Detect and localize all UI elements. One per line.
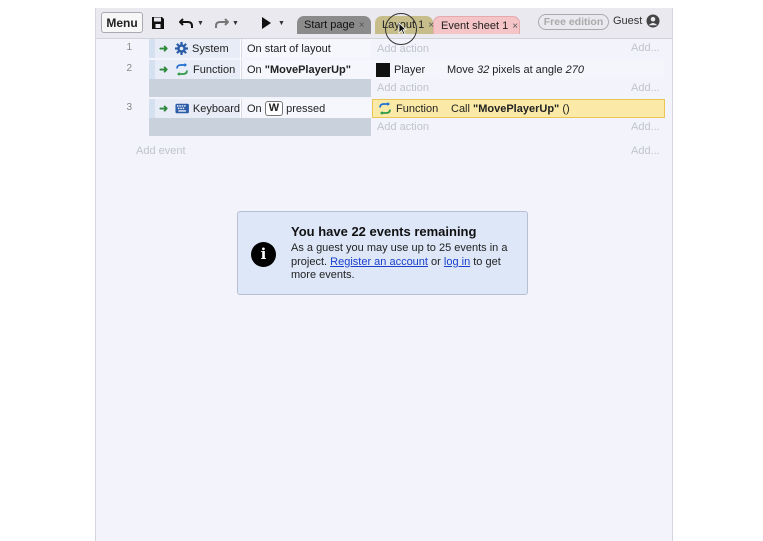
add-menu-link[interactable]: Add... (631, 145, 660, 157)
events-remaining-notice: i You have 22 events remaining As a gues… (237, 211, 528, 295)
close-icon[interactable]: × (512, 21, 518, 32)
action-text: Call "MovePlayerUp" () (451, 103, 570, 115)
condition-object-name: Keyboard (192, 102, 240, 115)
close-icon[interactable]: × (359, 20, 365, 31)
notice-body: As a guest you may use up to 25 events i… (291, 242, 516, 283)
action-text-pre: Call (451, 102, 474, 115)
arrow-right-icon: ➜ (159, 103, 169, 115)
action-text-mid: () (559, 102, 570, 115)
edition-badge[interactable]: Free edition (538, 14, 609, 30)
save-icon[interactable] (151, 14, 165, 32)
action-text-pre: Move (447, 63, 477, 76)
arrow-right-icon: ➜ (159, 43, 169, 55)
event-body-band (149, 118, 371, 136)
gear-icon (175, 42, 188, 55)
notice-title: You have 22 events remaining (291, 224, 477, 239)
function-icon (379, 102, 391, 115)
play-dropdown-icon[interactable]: ▼ (278, 20, 285, 27)
condition-text[interactable]: On start of layout (241, 39, 371, 58)
condition-text[interactable]: On "MovePlayerUp" (241, 60, 371, 79)
key-badge: W (264, 101, 284, 116)
action-value: "MovePlayerUp" (473, 102, 560, 115)
action-object-name: Function (396, 102, 439, 115)
action-value: 270 (565, 63, 585, 76)
condition-label: pressed (286, 102, 326, 115)
redo-dropdown-icon[interactable]: ▼ (232, 20, 239, 27)
add-action-link[interactable]: Add action (371, 39, 571, 58)
event-number: 3 (126, 102, 132, 113)
condition-prefix: On (247, 63, 265, 76)
event-sheet-editor: Menu ▼ ▼ ▼ Start page × Layout 1 × Event s… (95, 8, 673, 541)
condition-object-name: System (192, 42, 229, 55)
player-sprite-icon (376, 62, 390, 77)
event-number: 2 (126, 63, 132, 74)
mouse-cursor-icon (398, 22, 407, 38)
register-link[interactable]: Register an account (330, 256, 428, 268)
action-object-name: Player (394, 63, 426, 76)
condition-object[interactable]: ➜ Keyboard (155, 99, 241, 118)
action-row[interactable]: Function Call "MovePlayerUp" () (372, 99, 665, 118)
action-row[interactable]: Player Move 32 pixels at angle 270 (372, 60, 664, 79)
add-menu-link[interactable]: Add... (631, 82, 660, 94)
undo-dropdown-icon[interactable]: ▼ (197, 20, 204, 27)
notice-text: or (427, 255, 444, 268)
condition-object[interactable]: ➜ System (155, 39, 241, 58)
toolbar: Menu ▼ ▼ ▼ Start page × Layout 1 × Event s… (96, 8, 672, 39)
user-name[interactable]: Guest (613, 15, 642, 27)
keyboard-icon (174, 103, 189, 114)
add-menu-link[interactable]: Add... (631, 121, 660, 133)
condition-object-name: Function (193, 63, 236, 76)
action-text-mid: pixels at angle (489, 63, 566, 76)
condition-param: "MovePlayerUp" (264, 63, 351, 76)
undo-icon[interactable]: ▼ (179, 14, 204, 32)
tab-event-sheet-1[interactable]: Event sheet 1 × (433, 16, 520, 34)
arrow-right-icon: ➜ (159, 64, 169, 76)
add-action-link[interactable]: Add action (371, 79, 571, 97)
menu-button[interactable]: Menu (101, 12, 143, 33)
tab-label: Start page (304, 19, 355, 31)
condition-object[interactable]: ➜ Function (155, 60, 241, 79)
tab-label: Event sheet 1 (441, 20, 509, 32)
condition-prefix: On (247, 102, 262, 115)
add-menu-link[interactable]: Add... (631, 42, 660, 54)
condition-label: On start of layout (247, 42, 331, 55)
event-number: 1 (126, 42, 132, 53)
condition-text[interactable]: On Wpressed (241, 99, 371, 118)
event-body-band (149, 79, 371, 97)
play-icon[interactable]: ▼ (261, 14, 285, 32)
tab-start-page[interactable]: Start page × (297, 16, 371, 34)
action-value: 32 (476, 63, 490, 76)
redo-icon[interactable]: ▼ (214, 14, 239, 32)
add-event-link[interactable]: Add event (136, 145, 186, 157)
user-icon[interactable] (646, 14, 660, 31)
login-link[interactable]: log in (444, 256, 470, 268)
info-icon: i (251, 242, 276, 267)
function-icon (176, 63, 188, 76)
action-text: Move 32 pixels at angle 270 (447, 64, 584, 76)
add-action-link[interactable]: Add action (371, 118, 571, 136)
